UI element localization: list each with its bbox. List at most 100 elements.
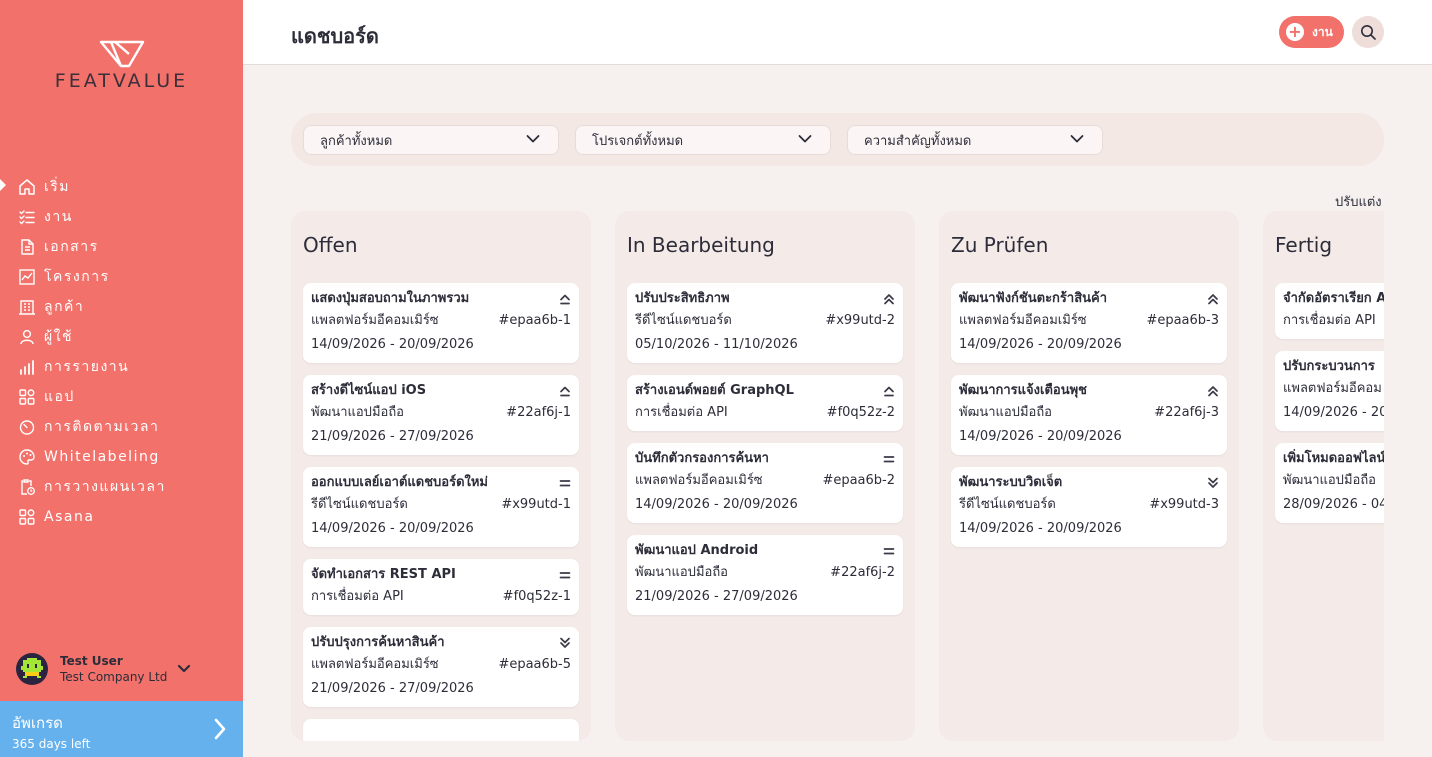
- task-list-icon: [18, 208, 36, 226]
- sidebar-item-label: Asana: [44, 509, 95, 525]
- document-icon: [18, 238, 36, 256]
- task-meta: รีดีไซน์แดชบอร์ด #x99utd-1: [311, 493, 571, 517]
- sidebar-item-7[interactable]: แอป: [0, 382, 243, 412]
- filter-projects[interactable]: โปรเจกต์ทั้งหมด: [575, 125, 831, 155]
- task-meta: พัฒนาแอปมือถือ: [1283, 469, 1384, 493]
- task-project: แพลตฟอร์มอีคอมเมิร์ซ: [635, 473, 763, 488]
- sidebar-item-11[interactable]: Asana: [0, 502, 243, 532]
- task-id: #x99utd-2: [825, 313, 895, 328]
- upgrade-days-left: 365 days left: [12, 737, 91, 751]
- task-card[interactable]: ปรับปรุงการค้นหาสินค้า แพลตฟอร์มอีคอมเมิ…: [303, 627, 579, 707]
- task-card[interactable]: จำกัดอัตราเรียก A การเชื่อมต่อ API: [1275, 283, 1384, 339]
- sidebar-item-4[interactable]: ลูกค้า: [0, 292, 243, 322]
- apps-icon: [18, 388, 36, 406]
- report-bars-icon: [18, 358, 36, 376]
- sidebar-item-label: โครงการ: [44, 269, 110, 285]
- sidebar-item-8[interactable]: การติดตามเวลา: [0, 412, 243, 442]
- task-card[interactable]: พัฒนาการแจ้งเตือนพุช พัฒนาแอปมือถือ #22a…: [951, 375, 1227, 455]
- task-dates: 14/09/2026 - 20/: [1283, 405, 1384, 420]
- filter-bar: ลูกค้าทั้งหมด โปรเจกต์ทั้งหมด ความสำคัญท…: [291, 113, 1384, 166]
- task-card[interactable]: พัฒนาระบบวิดเจ็ต รีดีไซน์แดชบอร์ด #x99ut…: [951, 467, 1227, 547]
- task-meta: พัฒนาแอปมือถือ #22af6j-1: [311, 401, 571, 425]
- search-icon: [1361, 25, 1376, 40]
- upgrade-button[interactable]: อัพเกรด 365 days left: [0, 701, 243, 757]
- task-id: #22af6j-2: [830, 565, 895, 580]
- chevron-down-icon: [798, 135, 812, 143]
- task-title: ปรับประสิทธิภาพ: [635, 291, 730, 306]
- task-title: ปรับกระบวนการ: [1283, 359, 1375, 374]
- task-card[interactable]: สร้างดีไซน์แอป iOS พัฒนาแอปมือถือ #22af6…: [303, 375, 579, 455]
- filter-label: ความสำคัญทั้งหมด: [864, 133, 972, 149]
- sidebar-item-label: ผู้ใช้: [44, 329, 74, 345]
- user-menu[interactable]: Test User Test Company Ltd: [16, 651, 226, 687]
- customize-link[interactable]: ปรับแต่ง: [1335, 191, 1382, 212]
- task-card[interactable]: [303, 719, 579, 741]
- kanban-board: Offen แสดงปุ่มสอบถามในภาพรวม แพลตฟอร์มอี…: [291, 211, 1384, 741]
- sidebar-item-label: การรายงาน: [44, 359, 130, 375]
- task-card[interactable]: พัฒนาฟังก์ชันตะกร้าสินค้า แพลตฟอร์มอีคอม…: [951, 283, 1227, 363]
- task-title: แสดงปุ่มสอบถามในภาพรวม: [311, 291, 470, 306]
- task-project: แพลตฟอร์มอีคอมเมิร์ซ: [311, 657, 439, 672]
- priority-high-icon: [560, 294, 570, 305]
- sidebar-item-1[interactable]: งาน: [0, 202, 243, 232]
- task-title: พัฒนาการแจ้งเตือนพุช: [959, 383, 1087, 398]
- task-card[interactable]: พัฒนาแอป Android พัฒนาแอปมือถือ #22af6j-…: [627, 535, 903, 615]
- task-dates: 28/09/2026 - 04: [1283, 497, 1384, 512]
- task-dates: 14/09/2026 - 20/09/2026: [635, 497, 798, 512]
- task-card[interactable]: แสดงปุ่มสอบถามในภาพรวม แพลตฟอร์มอีคอมเมิ…: [303, 283, 579, 363]
- board-column: Zu Prüfen พัฒนาฟังก์ชันตะกร้าสินค้า แพลต…: [939, 211, 1239, 741]
- filter-priority[interactable]: ความสำคัญทั้งหมด: [847, 125, 1103, 155]
- sidebar-item-label: Whitelabeling: [44, 449, 160, 465]
- task-card[interactable]: เพิ่มโหมดออฟไลน์ พัฒนาแอปมือถือ 28/09/20…: [1275, 443, 1384, 523]
- task-card[interactable]: สร้างเอนด์พอยต์ GraphQL การเชื่อมต่อ API…: [627, 375, 903, 431]
- task-project: พัฒนาแอปมือถือ: [959, 405, 1052, 420]
- sidebar-item-3[interactable]: โครงการ: [0, 262, 243, 292]
- task-meta: การเชื่อมต่อ API: [1283, 309, 1384, 333]
- pixel-avatar-icon: [21, 658, 43, 678]
- task-project: รีดีไซน์แดชบอร์ด: [959, 497, 1056, 512]
- priority-medium-icon: [883, 456, 895, 463]
- task-title: ออกแบบเลย์เอาต์แดชบอร์ดใหม่: [311, 475, 489, 490]
- task-title: พัฒนาฟังก์ชันตะกร้าสินค้า: [959, 291, 1108, 306]
- clipboard-clock-icon: [18, 478, 36, 496]
- page-title: แดชบอร์ด: [291, 24, 379, 48]
- task-card[interactable]: ออกแบบเลย์เอาต์แดชบอร์ดใหม่ รีดีไซน์แดชบ…: [303, 467, 579, 547]
- user-name: Test User: [60, 654, 123, 668]
- filter-clients[interactable]: ลูกค้าทั้งหมด: [303, 125, 559, 155]
- task-dates: 14/09/2026 - 20/09/2026: [959, 429, 1122, 444]
- task-id: #f0q52z-1: [502, 589, 571, 604]
- task-id: #x99utd-3: [1149, 497, 1219, 512]
- chevron-down-icon[interactable]: [177, 664, 191, 674]
- sidebar-item-6[interactable]: การรายงาน: [0, 352, 243, 382]
- board-column: Fertig จำกัดอัตราเรียก A การเชื่อมต่อ AP…: [1263, 211, 1384, 741]
- column-title: Zu Prüfen: [951, 233, 1049, 257]
- task-meta: พัฒนาแอปมือถือ #22af6j-2: [635, 561, 895, 585]
- task-id: #22af6j-3: [1154, 405, 1219, 420]
- task-title: ปรับปรุงการค้นหาสินค้า: [311, 635, 445, 650]
- task-project: การเชื่อมต่อ API: [635, 405, 728, 420]
- priority-lowest-icon: [560, 637, 570, 648]
- priority-highest-icon: [1208, 294, 1218, 305]
- task-card[interactable]: บันทึกตัวกรองการค้นหา แพลตฟอร์มอีคอมเมิร…: [627, 443, 903, 523]
- task-card[interactable]: ปรับกระบวนการ แพลตฟอร์มอีคอม 14/09/2026 …: [1275, 351, 1384, 431]
- task-card[interactable]: จัดทำเอกสาร REST API การเชื่อมต่อ API #f…: [303, 559, 579, 615]
- search-button[interactable]: [1352, 16, 1384, 48]
- task-meta: แพลตฟอร์มอีคอมเมิร์ซ #epaa6b-3: [959, 309, 1219, 333]
- logo[interactable]: FEATVALUE: [0, 40, 243, 92]
- task-project: การเชื่อมต่อ API: [1283, 313, 1376, 328]
- task-id: #epaa6b-3: [1146, 313, 1219, 328]
- sidebar-item-10[interactable]: การวางแผนเวลา: [0, 472, 243, 502]
- sidebar-item-label: เริ่ม: [44, 179, 71, 195]
- sidebar-item-label: การวางแผนเวลา: [44, 479, 166, 495]
- task-meta: แพลตฟอร์มอีคอมเมิร์ซ #epaa6b-2: [635, 469, 895, 493]
- task-meta: พัฒนาแอปมือถือ #22af6j-3: [959, 401, 1219, 425]
- sidebar-item-2[interactable]: เอกสาร: [0, 232, 243, 262]
- sidebar-item-9[interactable]: Whitelabeling: [0, 442, 243, 472]
- task-card[interactable]: ปรับประสิทธิภาพ รีดีไซน์แดชบอร์ด #x99utd…: [627, 283, 903, 363]
- sidebar-item-0[interactable]: เริ่ม: [0, 172, 243, 202]
- sidebar-item-5[interactable]: ผู้ใช้: [0, 322, 243, 352]
- add-task-button[interactable]: + งาน: [1279, 16, 1344, 48]
- task-meta: การเชื่อมต่อ API #f0q52z-1: [311, 585, 571, 609]
- home-icon: [18, 178, 36, 196]
- sidebar-item-label: การติดตามเวลา: [44, 419, 160, 435]
